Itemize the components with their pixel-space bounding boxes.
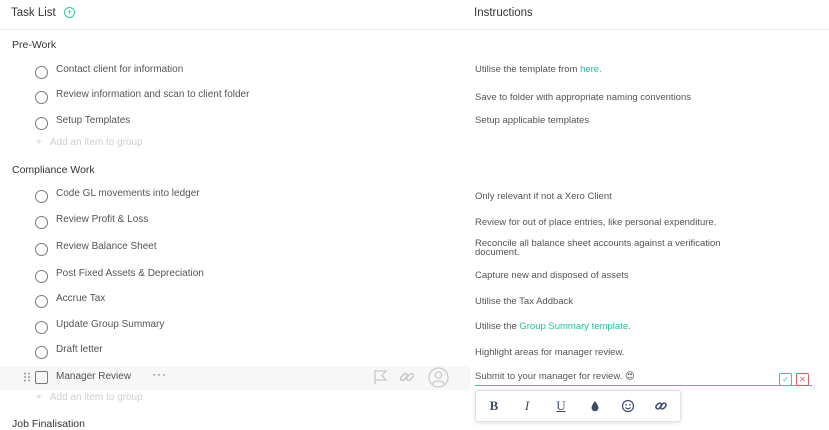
task-label[interactable]: Manager Review — [56, 371, 131, 382]
user-icon[interactable] — [428, 367, 449, 388]
link-icon[interactable] — [653, 398, 669, 414]
underline-button[interactable]: U — [553, 398, 569, 414]
task-checkbox[interactable] — [35, 270, 48, 283]
plus-icon: + — [36, 137, 42, 148]
add-item-label: Add an item to group — [49, 392, 143, 403]
task-instruction[interactable]: Reconcile all balance sheet accounts aga… — [475, 239, 765, 258]
instruction-link[interactable]: here. — [580, 64, 602, 75]
task-checkbox[interactable] — [35, 346, 48, 359]
task-row: Review Balance Sheet Reconcile all balan… — [0, 238, 829, 262]
add-item-row[interactable]: + Add an item to group — [36, 137, 143, 148]
task-checkbox[interactable] — [35, 216, 48, 229]
plus-circle-icon[interactable]: + — [64, 7, 75, 18]
task-row: Draft letter Highlight areas for manager… — [0, 341, 829, 365]
save-icon[interactable]: ✓ — [779, 373, 792, 386]
task-row: Update Group Summary Utilise the Group S… — [0, 316, 829, 340]
instruction-text: Utilise the template from — [475, 64, 581, 75]
heart-eyes-emoji: 😍 — [624, 371, 635, 382]
bold-button[interactable]: B — [486, 398, 502, 414]
section-title-compliance: Compliance Work — [12, 164, 95, 176]
link-icon[interactable] — [398, 368, 416, 386]
add-item-row[interactable]: + Add an item to group — [36, 392, 143, 403]
instructions-title: Instructions — [474, 7, 533, 19]
task-instruction[interactable]: Save to folder with appropriate naming c… — [475, 93, 775, 103]
task-label[interactable]: Accrue Tax — [56, 293, 105, 304]
task-row: Review information and scan to client fo… — [0, 86, 829, 110]
task-instruction[interactable]: Utilise the Group Summary template. — [475, 321, 775, 332]
task-checkbox[interactable] — [35, 321, 48, 334]
task-checkbox[interactable] — [35, 66, 48, 79]
task-row: Setup Templates Setup applicable templat… — [0, 112, 829, 136]
formatting-toolbar: B I U — [475, 390, 681, 422]
task-row: Contact client for information Utilise t… — [0, 61, 829, 85]
task-instruction[interactable]: Capture new and disposed of assets — [475, 271, 775, 281]
flag-icon[interactable] — [372, 368, 390, 386]
task-row: Accrue Tax Utilise the Tax Addback — [0, 290, 829, 314]
task-label[interactable]: Review Profit & Loss — [56, 214, 148, 225]
plus-icon: + — [36, 392, 42, 403]
task-label[interactable]: Setup Templates — [56, 115, 130, 126]
task-row: Code GL movements into ledger Only relev… — [0, 185, 829, 209]
more-options-icon[interactable]: ··· — [152, 367, 167, 381]
task-instruction[interactable]: Setup applicable templates — [475, 116, 775, 126]
edit-field-underline — [475, 385, 812, 386]
smiley-icon[interactable] — [620, 398, 636, 414]
drag-handle-icon[interactable] — [23, 372, 31, 382]
task-instruction[interactable]: Only relevant if not a Xero Client — [475, 192, 775, 202]
drop-icon[interactable] — [587, 398, 603, 414]
task-checkbox[interactable] — [35, 295, 48, 308]
section-title-prework: Pre-Work — [12, 39, 57, 51]
italic-button[interactable]: I — [519, 398, 535, 414]
task-label[interactable]: Draft letter — [56, 344, 103, 355]
task-instruction[interactable]: Review for out of place entries, like pe… — [475, 218, 775, 228]
task-checkbox[interactable] — [35, 243, 48, 256]
instruction-text: Utilise the — [475, 321, 520, 332]
instruction-text: Submit to your manager for review. — [475, 371, 623, 382]
task-list-title: Task List — [11, 7, 56, 19]
instruction-link[interactable]: Group Summary template. — [519, 321, 630, 332]
task-checkbox[interactable] — [35, 91, 48, 104]
task-label[interactable]: Update Group Summary — [56, 319, 164, 330]
task-checkbox[interactable] — [35, 371, 48, 384]
task-label[interactable]: Code GL movements into ledger — [56, 188, 200, 199]
task-label[interactable]: Review information and scan to client fo… — [56, 89, 249, 100]
task-label[interactable]: Review Balance Sheet — [56, 241, 157, 252]
section-title-finalisation: Job Finalisation — [12, 418, 85, 430]
close-icon[interactable]: ✕ — [796, 373, 809, 386]
task-label[interactable]: Post Fixed Assets & Depreciation — [56, 268, 204, 279]
task-row-active: Manager Review ··· — [0, 366, 470, 390]
task-instruction[interactable]: Utilise the template from here. — [475, 64, 775, 75]
task-checkbox[interactable] — [35, 117, 48, 130]
task-row: Review Profit & Loss Review for out of p… — [0, 211, 829, 235]
task-row: Post Fixed Assets & Depreciation Capture… — [0, 265, 829, 289]
add-item-label: Add an item to group — [49, 137, 143, 148]
task-list-header: Task List + Instructions — [0, 0, 829, 30]
task-instruction[interactable]: Highlight areas for manager review. — [475, 348, 775, 358]
instruction-edit-field[interactable]: Submit to your manager for review. 😍 — [475, 371, 775, 382]
task-checkbox[interactable] — [35, 190, 48, 203]
task-label[interactable]: Contact client for information — [56, 64, 183, 75]
task-instruction[interactable]: Utilise the Tax Addback — [475, 297, 775, 307]
